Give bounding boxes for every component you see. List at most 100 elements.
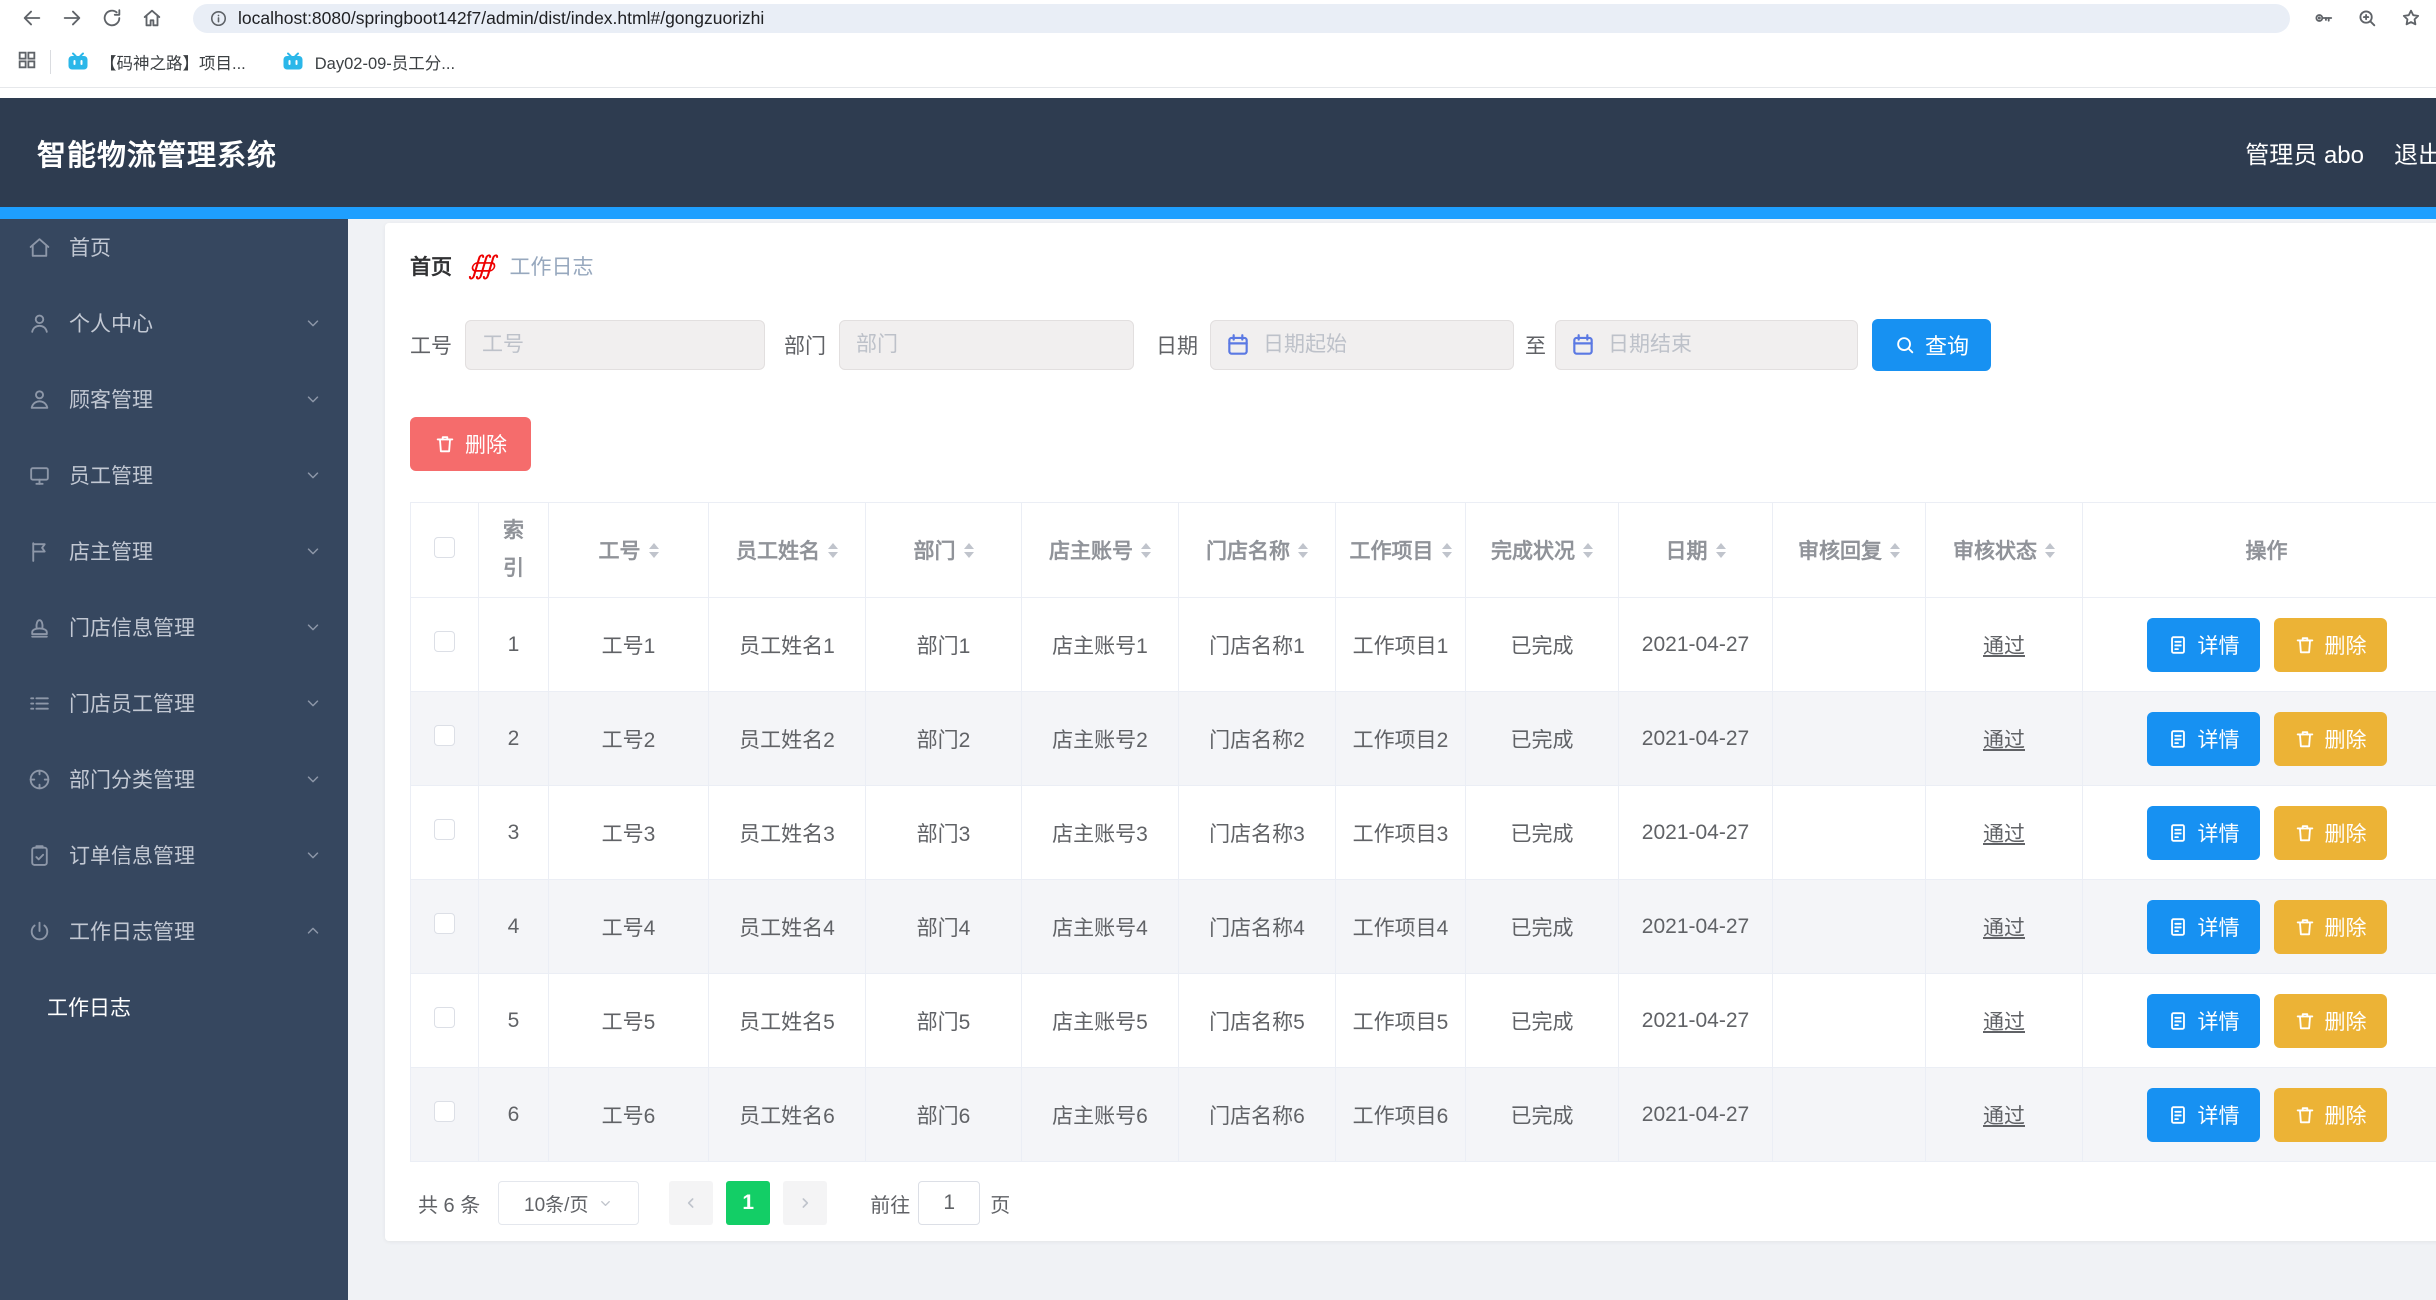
sidebar-item-label: 工作日志管理 bbox=[69, 921, 195, 944]
reload-icon[interactable] bbox=[92, 3, 132, 33]
detail-button[interactable]: 详情 bbox=[2146, 1087, 2260, 1142]
logout-link[interactable]: 退出 bbox=[2394, 135, 2436, 170]
column-header-store_name[interactable]: 门店名称 bbox=[1178, 502, 1336, 598]
delete-button[interactable]: 删除 bbox=[2273, 899, 2387, 954]
page-info-icon[interactable] bbox=[209, 9, 228, 28]
batch-delete-button[interactable]: 删除 bbox=[410, 417, 531, 471]
column-header-status[interactable]: 完成状况 bbox=[1465, 502, 1619, 598]
sidebar-item-4[interactable]: 员工管理 bbox=[0, 447, 348, 503]
delete-button[interactable]: 删除 bbox=[2273, 711, 2387, 766]
detail-button[interactable]: 详情 bbox=[2146, 993, 2260, 1048]
detail-button[interactable]: 详情 bbox=[2146, 617, 2260, 672]
search-button[interactable]: 查询 bbox=[1872, 319, 1992, 371]
sort-carets-icon[interactable] bbox=[1715, 542, 1726, 558]
date-start-input[interactable] bbox=[1210, 320, 1514, 370]
row-checkbox[interactable] bbox=[434, 1007, 455, 1028]
sort-carets-icon[interactable] bbox=[1298, 542, 1308, 558]
dept-input[interactable] bbox=[839, 320, 1134, 370]
column-label: 日期 bbox=[1665, 540, 1708, 563]
chevron-down-icon bbox=[307, 548, 319, 555]
stamp-icon bbox=[31, 618, 48, 638]
bookmark-star-icon[interactable] bbox=[2392, 3, 2430, 33]
chevron-down-icon bbox=[307, 700, 319, 707]
prev-page-button[interactable] bbox=[669, 1181, 714, 1225]
page-1-button[interactable]: 1 bbox=[726, 1181, 771, 1225]
pagination: 共 6 条 10条/页 1 前往 页 bbox=[418, 1181, 2431, 1225]
delete-button[interactable]: 删除 bbox=[2273, 805, 2387, 860]
page-size-select[interactable]: 10条/页 bbox=[498, 1181, 640, 1225]
detail-button[interactable]: 详情 bbox=[2146, 805, 2260, 860]
row-checkbox[interactable] bbox=[434, 631, 455, 652]
work-no-input[interactable] bbox=[465, 320, 765, 370]
zoom-in-icon[interactable] bbox=[2348, 3, 2386, 33]
row-checkbox[interactable] bbox=[434, 1101, 455, 1122]
breadcrumb-home[interactable]: 首页 bbox=[410, 251, 452, 281]
sort-carets-icon[interactable] bbox=[1441, 542, 1452, 558]
column-header-project[interactable]: 工作项目 bbox=[1335, 502, 1466, 598]
delete-button[interactable]: 删除 bbox=[2273, 617, 2387, 672]
sort-carets-icon[interactable] bbox=[1583, 542, 1593, 558]
password-key-icon[interactable] bbox=[2304, 3, 2342, 33]
sort-carets-icon[interactable] bbox=[963, 542, 974, 558]
goto-page-input[interactable] bbox=[918, 1181, 981, 1225]
column-header-review_status[interactable]: 审核状态 bbox=[1925, 502, 2083, 598]
row-checkbox[interactable] bbox=[434, 819, 455, 840]
cell-text: 已完成 bbox=[1510, 1010, 1574, 1034]
url-text[interactable]: localhost:8080/springboot142f7/admin/dis… bbox=[238, 8, 764, 29]
sort-carets-icon[interactable] bbox=[1890, 542, 1900, 558]
calendar-icon bbox=[1570, 332, 1596, 358]
cell-status: 已完成 bbox=[1465, 879, 1619, 974]
home-icon bbox=[29, 237, 50, 257]
sidebar-item-10[interactable]: 工作日志管理 bbox=[0, 903, 348, 959]
sidebar-item-5[interactable]: 店主管理 bbox=[0, 523, 348, 579]
cell-project: 工作项目2 bbox=[1335, 691, 1466, 786]
column-header-employee[interactable]: 员工姓名 bbox=[708, 502, 866, 598]
apps-grid-icon[interactable] bbox=[16, 49, 42, 75]
sort-carets-icon[interactable] bbox=[828, 542, 838, 558]
cell-employee: 员工姓名6 bbox=[708, 1067, 866, 1162]
table-row: 3 工号3 员工姓名3 部门3 店主账号3 门店名称3 工作项目3 已完成 2021-04-27… bbox=[410, 785, 2436, 880]
next-page-button[interactable] bbox=[783, 1181, 828, 1225]
cell-text: 员工姓名6 bbox=[739, 1104, 835, 1128]
column-header-review_reply[interactable]: 审核回复 bbox=[1772, 502, 1926, 598]
date-end-input[interactable] bbox=[1555, 320, 1858, 370]
column-header-department[interactable]: 部门 bbox=[865, 502, 1022, 598]
sidebar-subitem-work-log[interactable]: 工作日志 bbox=[0, 979, 348, 1035]
forward-icon[interactable] bbox=[52, 3, 92, 33]
sidebar-item-6[interactable]: 门店信息管理 bbox=[0, 599, 348, 655]
page-top-margin bbox=[0, 88, 2436, 98]
sort-carets-icon[interactable] bbox=[648, 542, 659, 558]
row-checkbox-cell bbox=[410, 691, 479, 786]
home-icon[interactable] bbox=[132, 3, 172, 33]
row-checkbox[interactable] bbox=[434, 725, 455, 746]
back-icon[interactable] bbox=[12, 3, 52, 33]
detail-button[interactable]: 详情 bbox=[2146, 899, 2260, 954]
address-bar[interactable]: localhost:8080/springboot142f7/admin/dis… bbox=[193, 4, 2290, 33]
select-all-checkbox[interactable] bbox=[434, 536, 455, 558]
cell-text: 已完成 bbox=[1510, 634, 1574, 658]
column-header-work_no[interactable]: 工号 bbox=[548, 502, 709, 598]
bookmark-item-1[interactable]: 【码神之路】项目... bbox=[65, 50, 246, 74]
chevron-down-icon bbox=[304, 390, 322, 408]
column-header-date[interactable]: 日期 bbox=[1618, 502, 1773, 598]
stamp-icon bbox=[27, 615, 52, 640]
row-checkbox[interactable] bbox=[434, 913, 455, 934]
sort-carets-icon[interactable] bbox=[2045, 542, 2055, 558]
delete-button[interactable]: 删除 bbox=[2273, 1087, 2387, 1142]
cell-store_name: 门店名称2 bbox=[1178, 691, 1336, 786]
column-header-owner_account[interactable]: 店主账号 bbox=[1021, 502, 1179, 598]
sidebar-item-9[interactable]: 订单信息管理 bbox=[0, 827, 348, 883]
cell-text: 4 bbox=[507, 914, 520, 938]
home-icon bbox=[27, 235, 52, 260]
cell-text: 通过 bbox=[1983, 728, 2025, 752]
sidebar-item-8[interactable]: 部门分类管理 bbox=[0, 751, 348, 807]
sidebar-item-2[interactable]: 个人中心 bbox=[0, 295, 348, 351]
bookmark-item-2[interactable]: Day02-09-员工分... bbox=[280, 50, 455, 74]
sort-carets-icon[interactable] bbox=[1141, 542, 1151, 558]
admin-user-menu[interactable]: 管理员 abo bbox=[2245, 135, 2364, 170]
sidebar-item-7[interactable]: 门店员工管理 bbox=[0, 675, 348, 731]
delete-button[interactable]: 删除 bbox=[2273, 993, 2387, 1048]
sidebar-item-3[interactable]: 顾客管理 bbox=[0, 371, 348, 427]
detail-button[interactable]: 详情 bbox=[2146, 711, 2260, 766]
sidebar-item-1[interactable]: 首页 bbox=[0, 219, 348, 275]
